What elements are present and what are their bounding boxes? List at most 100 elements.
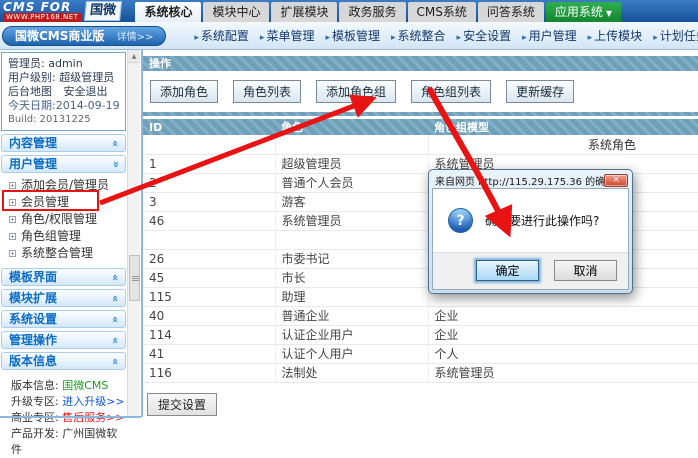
sidebar-item-添加会员/管理员[interactable]: 添加会员/管理员 (0, 177, 127, 194)
cell-id (143, 230, 275, 249)
top-link-item[interactable]: ▸安全设置 (457, 27, 512, 44)
edition-pill[interactable]: 国微CMS商业版 详情>> (2, 26, 166, 46)
sidebar: 管理员: admin 用户级别: 超级管理员 后台地图 安全退出 今天日期:20… (0, 50, 127, 417)
top-menu-item[interactable]: 问答系统 (478, 2, 544, 22)
dialog-title: 来自网页 http://115.29.175.36 的确认对话框 (435, 173, 604, 188)
scrollbar-handle[interactable] (129, 255, 140, 301)
sidebar-item-label: 会员管理 (21, 194, 69, 211)
table-header-row: ID角色角色组模型 (143, 119, 698, 135)
sidebar-item-会员管理[interactable]: 会员管理 (0, 194, 127, 211)
today-date: 2014-09-19 (56, 99, 120, 112)
admin-name: admin (48, 57, 82, 70)
cell-role: 市委书记 (275, 249, 428, 268)
op-button-角色列表[interactable]: 角色列表 (233, 80, 301, 103)
chevron-up-icon: « (107, 273, 124, 280)
top-menu-item[interactable]: 应用系统▼ (546, 2, 621, 22)
bullet-icon (9, 216, 16, 223)
sidebar-item-角色组管理[interactable]: 角色组管理 (0, 228, 127, 245)
bullet-icon (9, 233, 16, 240)
triangle-icon: ▸ (391, 33, 396, 43)
dialog-titlebar[interactable]: 来自网页 http://115.29.175.36 的确认对话框 × (432, 172, 629, 188)
table-row[interactable]: 116法制处系统管理员 (143, 363, 698, 382)
top-link-item[interactable]: ▸用户管理 (522, 27, 577, 44)
top-link-item[interactable]: ▸系统整合 (391, 27, 446, 44)
version-info-link[interactable]: 国微CMS (62, 379, 108, 392)
sidebar-item-label: 角色/权限管理 (21, 211, 97, 228)
op-button-更新缓存[interactable]: 更新缓存 (506, 80, 574, 103)
sidebar-section-模块扩展[interactable]: 模块扩展« (1, 289, 126, 307)
sidebar-section-内容管理[interactable]: 内容管理« (1, 134, 126, 152)
cell-id: 41 (143, 344, 275, 363)
dialog-footer: 确定 取消 (433, 252, 628, 289)
section-label: 模板界面 (9, 269, 57, 286)
top-link-item[interactable]: ▸计划任务 (653, 27, 698, 44)
logo-line2: WWW.PHP168.NET (3, 13, 81, 22)
cell-id: 116 (143, 363, 275, 382)
backstage-map-link[interactable]: 后台地图 (8, 85, 52, 98)
cell-role: 普通个人会员 (275, 173, 428, 192)
cell-id: 115 (143, 287, 275, 306)
top-bar: CMS FOR WWW.PHP168.NET 国微 系统核心模块中心扩展模块政务… (0, 0, 698, 22)
sidebar-section-管理操作[interactable]: 管理操作« (1, 331, 126, 349)
cell-role: 认证个人用户 (275, 344, 428, 363)
cell-role: 市长 (275, 268, 428, 287)
submit-settings-button[interactable]: 提交设置 (147, 393, 217, 416)
logo-badge: 国微 (84, 1, 122, 21)
cell-model: 个人 (428, 344, 698, 363)
table-row[interactable]: 41认证个人用户个人 (143, 344, 698, 363)
cell-model: 系统角色 (428, 135, 698, 154)
version-info-line: 升级专区: 进入升级>> (11, 394, 127, 410)
logout-link[interactable]: 安全退出 (64, 85, 108, 98)
chevron-up-icon: « (107, 315, 124, 322)
triangle-icon: ▸ (260, 33, 265, 43)
triangle-icon: ▸ (653, 33, 658, 43)
version-info-label: 升级专区: (11, 395, 62, 408)
top-menu-item[interactable]: CMS系统 (408, 2, 476, 22)
table-row[interactable]: 114认证企业用户企业 (143, 325, 698, 344)
sidebar-item-系统整合管理[interactable]: 系统整合管理 (0, 245, 127, 262)
sidebar-scrollbar[interactable]: ▲ (127, 50, 140, 417)
top-link-item[interactable]: ▸菜单管理 (260, 27, 315, 44)
top-menu-item[interactable]: 扩展模块 (271, 2, 337, 22)
cancel-button[interactable]: 取消 (554, 260, 617, 281)
section-label: 版本信息 (9, 353, 57, 370)
triangle-icon: ▸ (588, 33, 593, 43)
sidebar-item-label: 角色组管理 (21, 228, 81, 245)
close-icon[interactable]: × (604, 174, 628, 187)
secondary-nav: 国微CMS商业版 详情>> ▸系统配置 ▸菜单管理 ▸模板管理 ▸系统整合 ▸安全设置 ▸… (0, 22, 698, 50)
top-menu-item[interactable]: 模块中心 (203, 2, 269, 22)
cell-role (275, 135, 428, 154)
dialog-content: ? 确认要进行此操作吗? 确定 取消 (432, 188, 629, 290)
edition-detail-link[interactable]: 详情>> (117, 32, 154, 43)
cell-model: 企业 (428, 325, 698, 344)
sidebar-section-模板界面[interactable]: 模板界面 « (1, 268, 126, 286)
ok-button[interactable]: 确定 (476, 260, 539, 281)
top-link-item[interactable]: ▸系统配置 (194, 27, 249, 44)
cell-model: 系统管理员 (428, 363, 698, 382)
table-row[interactable]: 40普通企业企业 (143, 306, 698, 325)
triangle-icon: ▸ (325, 33, 330, 43)
version-info-link[interactable]: 进入升级>> (62, 395, 124, 408)
op-button-添加角色组[interactable]: 添加角色组 (316, 80, 396, 103)
cell-model: 企业 (428, 306, 698, 325)
scroll-up-icon[interactable]: ▲ (128, 50, 140, 63)
top-menu-item[interactable]: 系统核心 (135, 2, 201, 22)
top-link-item[interactable]: ▸上传模块 (588, 27, 643, 44)
column-header: 角色 (275, 119, 428, 135)
top-menu-item[interactable]: 政务服务 (339, 2, 405, 22)
op-button-添加角色[interactable]: 添加角色 (150, 80, 218, 103)
sidebar-section-用户管理[interactable]: 用户管理« (1, 155, 126, 173)
section-label: 管理操作 (9, 332, 57, 349)
sidebar-section-版本信息[interactable]: 版本信息« (1, 352, 126, 370)
triangle-icon: ▸ (522, 33, 527, 43)
sidebar-section-系统设置[interactable]: 系统设置« (1, 310, 126, 328)
cell-id: 114 (143, 325, 275, 344)
table-row[interactable]: 系统角色 (143, 135, 698, 154)
cell-role (275, 230, 428, 249)
sidebar-item-角色/权限管理[interactable]: 角色/权限管理 (0, 211, 127, 228)
top-link-item[interactable]: ▸模板管理 (325, 27, 380, 44)
operations-header: 操作 (143, 56, 698, 71)
op-button-角色组列表[interactable]: 角色组列表 (411, 80, 491, 103)
dialog-body: ? 确认要进行此操作吗? (433, 189, 628, 252)
operation-buttons: 添加角色角色列表添加角色组角色组列表更新缓存 (143, 71, 698, 110)
